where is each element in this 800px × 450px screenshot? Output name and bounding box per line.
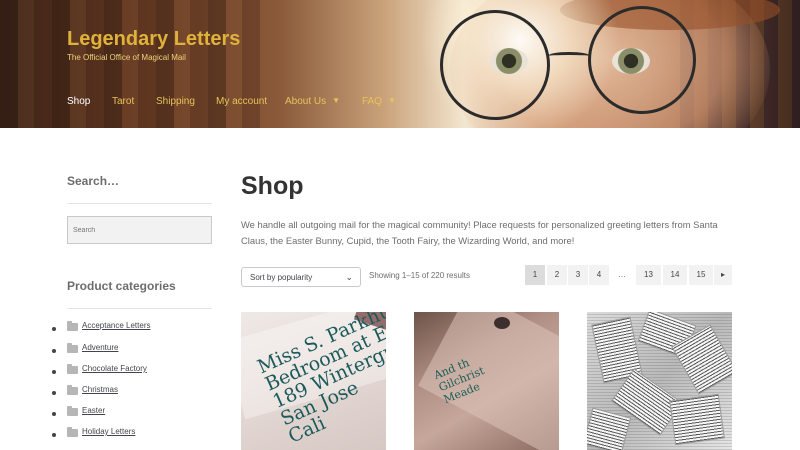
nav-item-shop[interactable]: Shop <box>67 96 90 107</box>
search-input[interactable] <box>68 217 211 243</box>
site-tagline: The Official Office of Magical Mail <box>67 53 186 62</box>
category-link-acceptance-letters[interactable]: Acceptance Letters <box>82 321 150 330</box>
category-link-christmas[interactable]: Christmas <box>82 385 118 394</box>
header-bookshelf-left <box>0 0 260 128</box>
page-title: Shop <box>241 172 304 200</box>
next-page-button[interactable]: ▸ <box>714 265 732 285</box>
folder-icon <box>67 343 78 353</box>
header-glasses-left-lens <box>440 10 550 120</box>
result-count: Showing 1–15 of 220 results <box>369 271 470 280</box>
category-link-adventure[interactable]: Adventure <box>82 343 118 352</box>
category-link-holiday-letters[interactable]: Holiday Letters <box>82 427 135 436</box>
page-button-13[interactable]: 13 <box>636 265 661 285</box>
folder-icon <box>67 385 78 395</box>
folder-icon <box>67 427 78 437</box>
chevron-down-icon: ⌄ <box>345 272 353 282</box>
page-button-3[interactable]: 3 <box>568 265 588 285</box>
nav-item-label: About Us <box>285 96 327 107</box>
shop-intro-text: We handle all outgoing mail for the magi… <box>241 219 718 246</box>
category-link-easter[interactable]: Easter <box>82 406 105 415</box>
nav-item-label: Shipping <box>156 96 195 107</box>
product-image-3[interactable] <box>587 312 732 450</box>
nav-item-about-us[interactable]: About Us ▼ <box>285 96 340 107</box>
page-button-1[interactable]: 1 <box>525 265 545 285</box>
sidebar-divider <box>67 308 212 309</box>
page-button-4[interactable]: 4 <box>589 265 609 285</box>
folder-icon <box>67 321 78 331</box>
categories-widget-heading: Product categories <box>67 279 176 293</box>
sort-select[interactable]: Sort by popularity ⌄ <box>241 267 361 287</box>
nav-item-label: Shop <box>67 96 91 107</box>
page-button-2[interactable]: 2 <box>547 265 567 285</box>
nav-item-my-account[interactable]: My account <box>216 96 267 107</box>
pagination-ellipsis: … <box>618 270 626 279</box>
folder-icon <box>67 364 78 374</box>
sidebar-divider <box>67 203 212 204</box>
page-button-15[interactable]: 15 <box>689 265 713 285</box>
header-glasses-right-lens <box>588 6 696 114</box>
folder-icon <box>67 406 78 416</box>
search-field-wrapper <box>67 216 212 244</box>
page-button-14[interactable]: 14 <box>663 265 687 285</box>
header-glasses-bridge <box>548 52 590 60</box>
product-image-2[interactable]: And th Gilchrist Meade <box>414 312 559 450</box>
sort-select-value: Sort by popularity <box>250 273 313 282</box>
chevron-down-icon: ▼ <box>388 96 396 105</box>
nav-item-label: Tarot <box>112 96 135 107</box>
newspaper-clipping <box>587 407 632 450</box>
nav-item-shipping[interactable]: Shipping <box>156 96 195 107</box>
site-title-link[interactable]: Legendary Letters <box>67 28 240 51</box>
wax-seal-graphic <box>494 317 510 329</box>
search-widget-heading: Search… <box>67 174 120 188</box>
newspaper-clipping <box>669 393 725 446</box>
category-link-chocolate-factory[interactable]: Chocolate Factory <box>82 364 147 373</box>
nav-item-label: My account <box>216 96 268 107</box>
nav-item-faq[interactable]: FAQ ▼ <box>362 96 396 107</box>
nav-item-label: FAQ <box>362 96 383 107</box>
chevron-down-icon: ▼ <box>332 96 341 105</box>
product-image-1[interactable]: Miss S. Parkhurst, Bedroom at End of Hal… <box>241 312 386 450</box>
site-header: Legendary Letters The Official Office of… <box>0 0 800 128</box>
nav-item-tarot[interactable]: Tarot <box>112 96 134 107</box>
chevron-right-icon: ▸ <box>720 270 725 279</box>
